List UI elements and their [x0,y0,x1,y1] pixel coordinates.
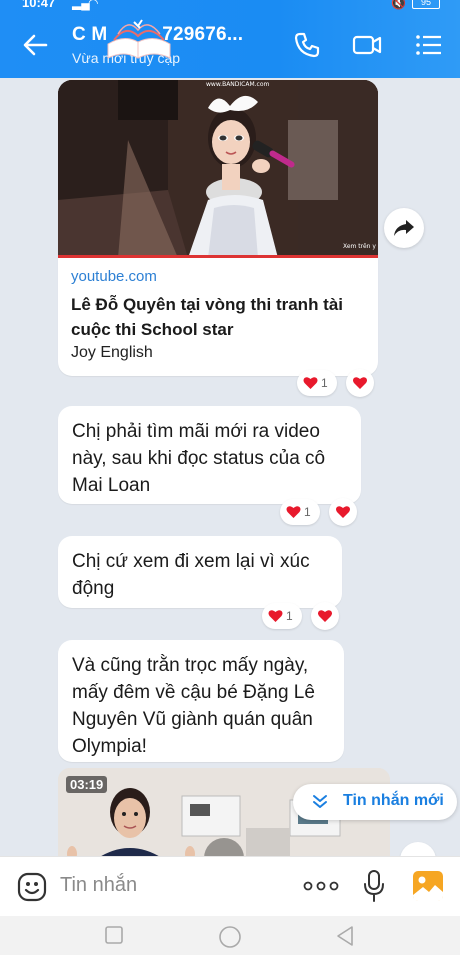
message-bubble[interactable]: Và cũng trằn trọc mấy ngày, mấy đêm về c… [58,640,344,762]
back-arrow-icon[interactable] [20,30,50,60]
reaction-count: 1 [286,609,293,623]
bandicam-watermark: www.BANDICAM.com [206,81,270,88]
heart-icon [336,506,350,518]
battery-icon: 95 [412,0,440,9]
share-button[interactable] [384,208,424,248]
share-arrow-icon [394,220,414,236]
mute-icon: 🔇 [391,0,406,10]
book-sticker-icon [107,19,171,59]
new-messages-button[interactable]: Tin nhắn mới [293,784,457,820]
link-preview-card[interactable]: www.BANDICAM.com Xem trên y youtube.com … [58,80,378,376]
reaction-summary[interactable]: 1 [262,603,302,629]
reaction-summary[interactable]: 1 [297,370,337,396]
status-time: 10:47 [22,0,56,10]
link-source: Joy English [71,344,153,361]
new-messages-label: Tin nhắn mới [343,792,444,809]
heart-icon [353,377,367,389]
heart-icon [268,610,283,622]
message-input[interactable]: Tin nhắn [60,874,137,897]
link-title[interactable]: Lê Đỗ Quyên tại vòng thi tranh tài cuộc … [71,292,367,342]
reaction-count: 1 [321,376,328,390]
phone-call-icon[interactable] [292,30,322,60]
heart-icon [318,610,332,622]
thumbnail-scene: www.BANDICAM.com Xem trên y [58,80,378,258]
heart-icon [286,506,301,518]
react-heart-button[interactable] [311,602,339,630]
reaction-summary[interactable]: 1 [280,499,320,525]
video-thumbnail[interactable]: www.BANDICAM.com Xem trên y [58,80,378,258]
heart-icon [303,377,318,389]
system-nav-bar [0,916,460,955]
message-text: Và cũng trằn trọc mấy ngày, mấy đêm về c… [72,655,315,757]
message-input-bar: Tin nhắn [0,856,460,916]
message-bubble[interactable]: Chị cứ xem đi xem lại vì xúc động [58,536,342,608]
back-nav-icon[interactable] [334,925,356,947]
menu-list-icon[interactable] [414,30,444,60]
react-heart-button[interactable] [346,369,374,397]
chat-header: 10:47 ▂▄ ◠ 🔇 95 C M 729676... Vừa mới tr… [0,0,460,78]
home-icon[interactable] [218,925,242,949]
reaction-count: 1 [304,505,311,519]
image-gallery-icon[interactable] [411,869,445,903]
double-chevron-down-icon [313,795,327,808]
microphone-icon[interactable] [362,869,386,903]
status-bar: 10:47 ▂▄ ◠ 🔇 95 [0,0,460,12]
message-text: Chị phải tìm mãi mới ra video này, sau k… [72,421,326,496]
video-call-icon[interactable] [352,30,382,60]
watch-on-youtube-text: Xem trên y [343,243,376,250]
more-options-icon[interactable] [303,879,339,893]
message-text: Chị cứ xem đi xem lại vì xúc động [72,551,310,599]
wifi-icon: ◠ [88,0,99,10]
emoji-sticker-icon[interactable] [16,871,48,903]
message-bubble[interactable]: Chị phải tìm mãi mới ra video này, sau k… [58,406,361,504]
recent-apps-icon[interactable] [104,925,124,945]
link-domain[interactable]: youtube.com [71,268,157,285]
react-heart-button[interactable] [329,498,357,526]
video-duration: 03:19 [66,776,108,793]
